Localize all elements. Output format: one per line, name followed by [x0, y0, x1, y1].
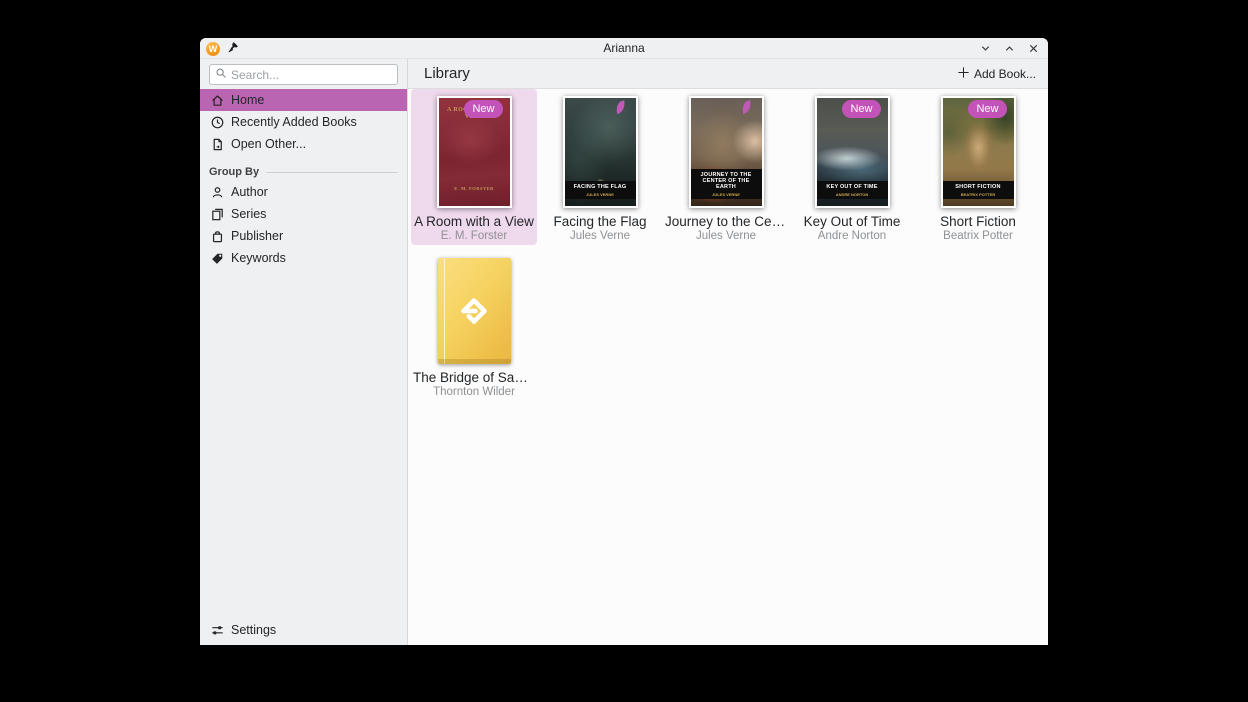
new-petal-badge — [741, 99, 752, 116]
main-area: Library Add Book... New A ROOM WITH A VI… — [408, 59, 1048, 645]
book-card[interactable]: The Bridge of San L... Thornton Wilder — [411, 245, 537, 401]
divider — [266, 172, 398, 173]
page-title: Library — [424, 65, 470, 82]
new-badge: New — [464, 100, 502, 118]
maximize-button[interactable] — [1003, 43, 1015, 55]
group-by-header: Group By — [209, 166, 398, 178]
book-card[interactable]: New SHORT FICTION BEATRIX POTTER Short F… — [915, 89, 1041, 245]
new-badge: New — [968, 100, 1006, 118]
sidebar-item-keywords[interactable]: Keywords — [200, 247, 407, 269]
person-icon — [209, 184, 225, 200]
new-badge: New — [842, 100, 880, 118]
book-author: Beatrix Potter — [943, 230, 1013, 243]
cover-band: FACING THE FLAG JULES VERNE — [565, 181, 636, 199]
book-author: Thornton Wilder — [433, 386, 515, 399]
book-title: Journey to the Cent... — [665, 214, 787, 229]
library-content: New A ROOM WITH A VIEW E. M. FORSTER A R… — [408, 89, 1048, 645]
bag-icon — [209, 228, 225, 244]
sidebar-item-label: Home — [231, 93, 264, 107]
book-cover — [438, 258, 511, 364]
app-window: W Arianna — [200, 38, 1048, 645]
sidebar: Home Recently Added Books Open Other... … — [200, 59, 408, 645]
search-icon — [215, 66, 227, 84]
add-book-button[interactable]: Add Book... — [957, 66, 1036, 82]
document-icon — [209, 136, 225, 152]
search-box[interactable] — [209, 64, 398, 85]
cover-author-text: E. M. FORSTER — [439, 186, 510, 191]
sidebar-item-label: Series — [231, 207, 266, 221]
book-author: Andre Norton — [818, 230, 886, 243]
book-card[interactable]: FACING THE FLAG JULES VERNE Facing the F… — [537, 89, 663, 245]
sidebar-item-label: Author — [231, 185, 268, 199]
sliders-icon — [209, 622, 225, 638]
sidebar-item-label: Settings — [231, 623, 276, 637]
sidebar-item-recently-added[interactable]: Recently Added Books — [200, 111, 407, 133]
sidebar-item-home[interactable]: Home — [200, 89, 407, 111]
sidebar-item-settings[interactable]: Settings — [200, 619, 407, 641]
search-input[interactable] — [231, 68, 392, 82]
pages-icon — [209, 206, 225, 222]
sidebar-item-publisher[interactable]: Publisher — [200, 225, 407, 247]
window-title: Arianna — [200, 38, 1048, 59]
main-header: Library Add Book... — [408, 59, 1048, 89]
book-title: Facing the Flag — [553, 214, 646, 229]
sidebar-item-open-other[interactable]: Open Other... — [200, 133, 407, 155]
cover-band: SHORT FICTION BEATRIX POTTER — [943, 181, 1014, 199]
cover-band: KEY OUT OF TIME ANDRE NORTON — [817, 181, 888, 199]
new-petal-badge — [615, 99, 626, 116]
sidebar-item-label: Recently Added Books — [231, 115, 357, 129]
book-cover: JOURNEY TO THE CENTER OF THE EARTH JULES… — [689, 96, 764, 208]
book-card[interactable]: New A ROOM WITH A VIEW E. M. FORSTER A R… — [411, 89, 537, 245]
clock-icon — [209, 114, 225, 130]
book-title: Key Out of Time — [804, 214, 901, 229]
plus-icon — [957, 66, 970, 82]
cover-band: JOURNEY TO THE CENTER OF THE EARTH JULES… — [691, 169, 762, 199]
book-card[interactable]: JOURNEY TO THE CENTER OF THE EARTH JULES… — [663, 89, 789, 245]
book-cover: FACING THE FLAG JULES VERNE — [563, 96, 638, 208]
sidebar-item-label: Open Other... — [231, 137, 306, 151]
epub-logo-icon — [456, 293, 492, 329]
sidebar-item-label: Keywords — [231, 251, 286, 265]
book-author: Jules Verne — [696, 230, 756, 243]
book-title: Short Fiction — [940, 214, 1016, 229]
book-author: E. M. Forster — [441, 230, 507, 243]
title-bar: W Arianna — [200, 38, 1048, 59]
minimize-button[interactable] — [979, 43, 991, 55]
book-title: A Room with a View — [414, 214, 534, 229]
sidebar-item-label: Publisher — [231, 229, 283, 243]
sidebar-item-author[interactable]: Author — [200, 181, 407, 203]
home-icon — [209, 92, 225, 108]
book-card[interactable]: New KEY OUT OF TIME ANDRE NORTON Key Out… — [789, 89, 915, 245]
book-author: Jules Verne — [570, 230, 630, 243]
tag-icon — [209, 250, 225, 266]
book-title: The Bridge of San L... — [413, 370, 535, 385]
sidebar-item-series[interactable]: Series — [200, 203, 407, 225]
close-button[interactable] — [1027, 43, 1039, 55]
book-grid: New A ROOM WITH A VIEW E. M. FORSTER A R… — [408, 89, 1048, 401]
